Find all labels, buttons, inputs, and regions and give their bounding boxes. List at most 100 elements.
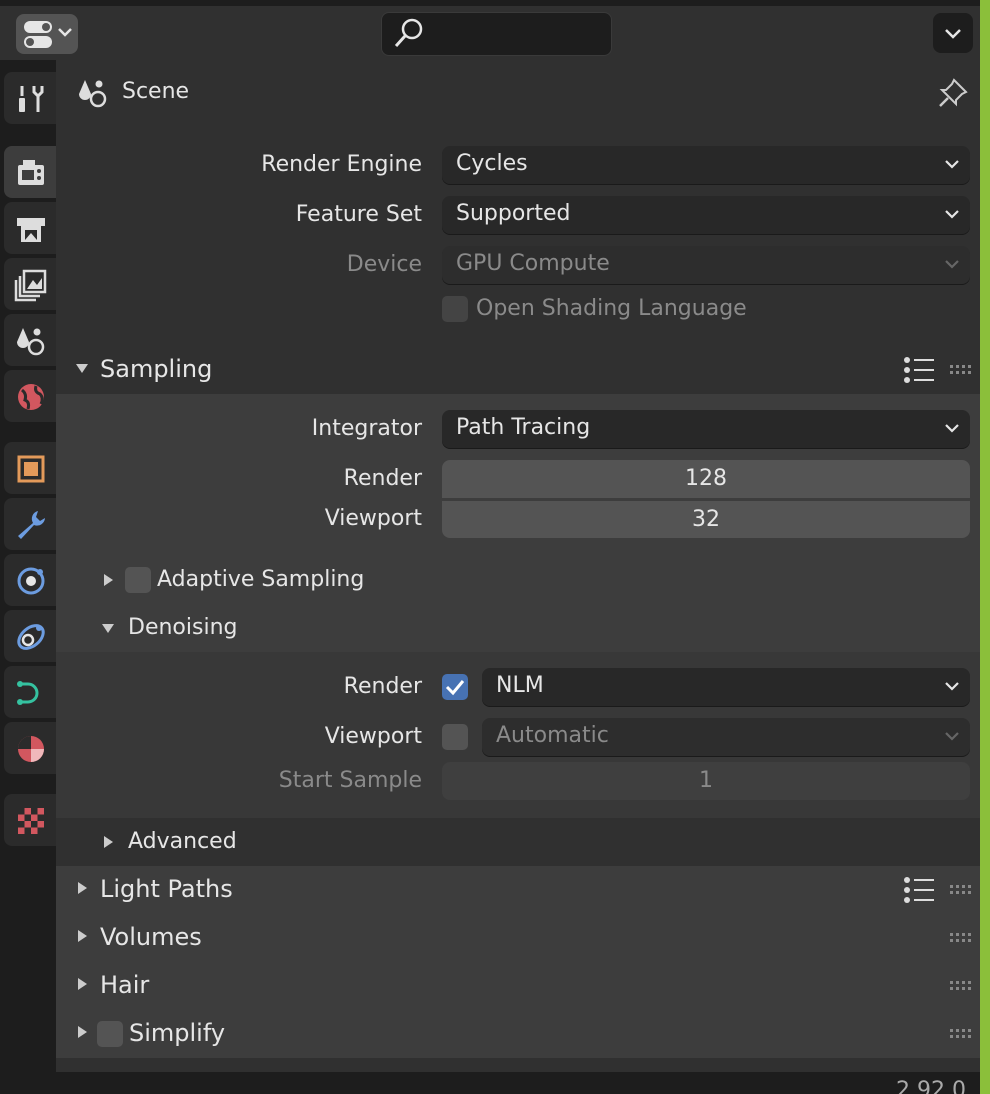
chevron-down-icon xyxy=(945,160,959,169)
editor-type-icon xyxy=(24,21,72,48)
light-paths-panel-header[interactable]: Light Paths xyxy=(56,866,980,914)
version-label: 2.92.0 xyxy=(896,1078,966,1094)
adaptive-sampling-subpanel[interactable]: Adaptive Sampling xyxy=(56,560,980,600)
modifier-tab[interactable] xyxy=(4,498,56,550)
device-value: GPU Compute xyxy=(456,251,610,276)
tool-tab[interactable] xyxy=(4,72,56,124)
chevron-down-icon xyxy=(945,732,959,741)
object-icon xyxy=(17,455,45,483)
properties-main: Scene Render Engine Cycles Feature Set S… xyxy=(56,60,980,1072)
volumes-title: Volumes xyxy=(100,923,202,951)
denoise-render-checkbox[interactable] xyxy=(442,674,468,700)
scene-tab[interactable] xyxy=(4,314,56,366)
volumes-panel-header[interactable]: Volumes xyxy=(56,914,980,962)
drag-grip-icon[interactable] xyxy=(950,365,972,375)
material-icon xyxy=(18,736,44,762)
header-bar xyxy=(0,0,980,60)
device-dropdown[interactable]: GPU Compute xyxy=(442,246,970,284)
chevron-down-icon xyxy=(945,210,959,219)
world-icon xyxy=(18,384,44,410)
advanced-label: Advanced xyxy=(128,829,237,854)
osl-label: Open Shading Language xyxy=(476,296,747,321)
simplify-title: Simplify xyxy=(129,1019,226,1047)
advanced-subpanel[interactable]: Advanced xyxy=(56,822,980,862)
simplify-panel-header[interactable]: Simplify xyxy=(56,1010,980,1058)
integrator-label: Integrator xyxy=(311,416,422,441)
simplify-checkbox[interactable] xyxy=(97,1021,123,1047)
sampling-panel-header[interactable]: Sampling xyxy=(56,346,980,394)
search-icon xyxy=(394,18,423,48)
physics-icon xyxy=(17,624,45,650)
constraints-tab[interactable] xyxy=(4,666,56,718)
denoise-viewport-value: Automatic xyxy=(496,723,609,748)
render-engine-dropdown[interactable]: Cycles xyxy=(442,146,970,184)
render-icon xyxy=(18,160,44,185)
feature-set-dropdown[interactable]: Supported xyxy=(442,196,970,234)
denoising-title: Denoising xyxy=(128,615,238,640)
triangle-down-icon xyxy=(102,624,114,633)
texture-tab[interactable] xyxy=(4,794,56,846)
sampling-title: Sampling xyxy=(100,355,213,383)
property-tabs xyxy=(0,60,56,1072)
presets-list-icon[interactable] xyxy=(904,877,934,903)
osl-checkbox[interactable] xyxy=(442,296,468,322)
search-input[interactable] xyxy=(426,19,601,49)
triangle-right-icon xyxy=(78,930,87,942)
denoising-subpanel-header[interactable]: Denoising xyxy=(56,608,980,648)
modifier-icon xyxy=(18,511,45,539)
denoise-viewport-dropdown[interactable]: Automatic xyxy=(482,718,970,756)
render-tab[interactable] xyxy=(4,146,56,198)
particles-tab[interactable] xyxy=(4,554,56,606)
denoise-render-label: Render xyxy=(343,674,422,699)
presets-list-icon[interactable] xyxy=(904,357,934,383)
drag-grip-icon[interactable] xyxy=(950,981,972,991)
physics-tab[interactable] xyxy=(4,610,56,662)
start-sample-field[interactable]: 1 xyxy=(442,762,970,800)
context-header: Scene xyxy=(56,60,980,124)
material-tab[interactable] xyxy=(4,722,56,774)
render-engine-value: Cycles xyxy=(456,151,528,176)
context-title: Scene xyxy=(122,79,190,104)
render-samples-label: Render xyxy=(343,466,422,491)
render-engine-label: Render Engine xyxy=(261,152,422,177)
world-tab[interactable] xyxy=(4,370,56,422)
feature-set-label: Feature Set xyxy=(295,202,422,227)
triangle-right-icon xyxy=(104,836,113,848)
tool-icon xyxy=(19,86,44,112)
render-samples-field[interactable]: 128 xyxy=(442,460,970,498)
view-layer-tab[interactable] xyxy=(4,258,56,310)
search-field[interactable] xyxy=(381,12,612,56)
hair-title: Hair xyxy=(100,971,150,999)
hair-panel-header[interactable]: Hair xyxy=(56,962,980,1010)
chevron-down-icon xyxy=(945,29,961,39)
light-paths-title: Light Paths xyxy=(100,875,233,903)
device-label: Device xyxy=(346,252,422,277)
output-tab[interactable] xyxy=(4,202,56,254)
editor-type-button[interactable] xyxy=(16,14,78,54)
triangle-right-icon xyxy=(78,1026,87,1038)
adaptive-sampling-label: Adaptive Sampling xyxy=(157,567,365,592)
view-layer-icon xyxy=(14,269,47,302)
options-dropdown-button[interactable] xyxy=(933,13,973,53)
texture-icon xyxy=(18,808,44,834)
viewport-samples-field[interactable]: 32 xyxy=(442,500,970,538)
scene-icon xyxy=(17,328,45,356)
object-tab[interactable] xyxy=(4,442,56,494)
output-icon xyxy=(17,218,45,242)
start-sample-label: Start Sample xyxy=(278,768,422,793)
drag-grip-icon[interactable] xyxy=(950,1029,972,1039)
integrator-dropdown[interactable]: Path Tracing xyxy=(442,410,970,448)
denoise-render-dropdown[interactable]: NLM xyxy=(482,668,970,706)
adaptive-sampling-checkbox[interactable] xyxy=(125,567,151,593)
pin-icon[interactable] xyxy=(936,76,970,110)
chevron-down-icon xyxy=(945,260,959,269)
chevron-down-icon xyxy=(945,682,959,691)
denoise-viewport-checkbox[interactable] xyxy=(442,724,468,750)
drag-grip-icon[interactable] xyxy=(950,933,972,943)
particles-icon xyxy=(17,567,45,595)
denoise-render-value: NLM xyxy=(496,673,544,698)
scene-icon xyxy=(79,80,107,108)
drag-grip-icon[interactable] xyxy=(950,885,972,895)
chevron-down-icon xyxy=(945,424,959,433)
properties-editor: Scene Render Engine Cycles Feature Set S… xyxy=(0,0,990,1094)
